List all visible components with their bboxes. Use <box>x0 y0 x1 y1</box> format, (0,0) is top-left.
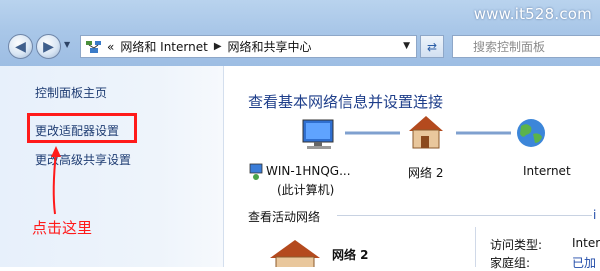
access-type-value: Inter <box>572 236 600 250</box>
active-network-divider <box>475 227 476 267</box>
network-label[interactable]: 网络 2 <box>408 164 443 181</box>
computer-sublabel: (此计算机) <box>277 183 335 197</box>
homegroup-value-link[interactable]: 已加 <box>572 254 596 271</box>
section-edge-link[interactable]: i <box>593 208 596 222</box>
computer-icon <box>302 119 334 149</box>
house-network-icon <box>409 116 443 149</box>
internet-label[interactable]: Internet <box>523 164 571 178</box>
active-networks-heading: 查看活动网络 <box>248 210 321 224</box>
access-type-label: 访问类型: <box>490 238 543 252</box>
computer-name[interactable]: WIN-1HNQG... <box>266 164 351 178</box>
section-divider <box>337 215 592 216</box>
active-network-name: 网络 2 <box>332 248 369 262</box>
homegroup-label: 家庭组: <box>490 256 531 270</box>
network-map <box>249 116 545 267</box>
computer-small-icon <box>249 163 263 180</box>
active-network-house-icon <box>270 240 320 267</box>
globe-internet-icon <box>517 119 545 147</box>
